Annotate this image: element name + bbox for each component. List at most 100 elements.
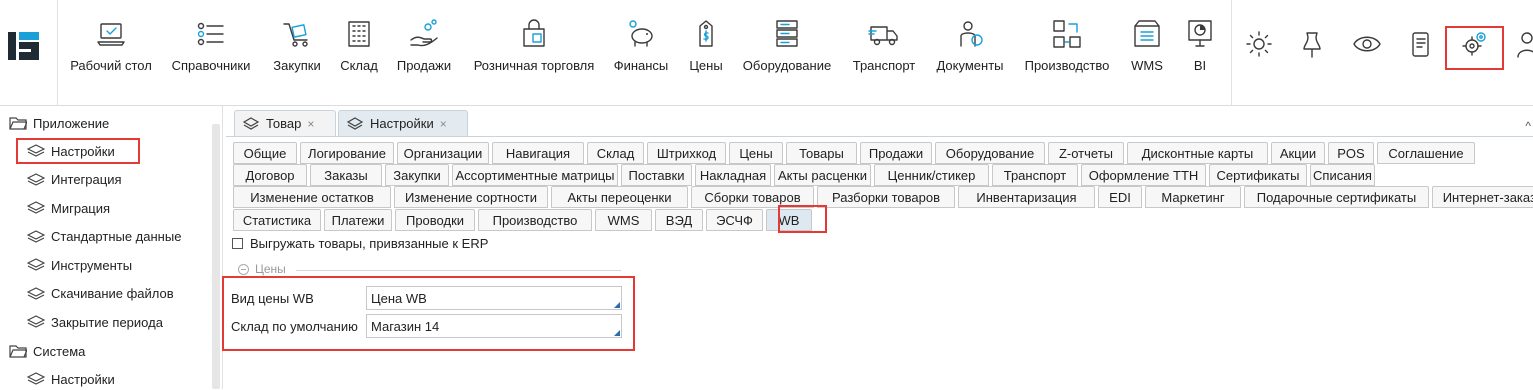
layers-icon <box>27 201 45 214</box>
sidebar-item[interactable]: Миграция <box>27 197 110 219</box>
close-icon[interactable]: × <box>307 117 314 131</box>
server-icon <box>776 20 798 47</box>
collapse-icon[interactable]: ^ <box>1525 119 1531 133</box>
settings-tab[interactable]: Производство <box>478 209 592 231</box>
settings-tab[interactable]: Разборки товаров <box>817 186 955 208</box>
sidebar-item[interactable]: Инструменты <box>27 254 132 276</box>
sidebar-item-label: Скачивание файлов <box>51 286 174 301</box>
settings-tab[interactable]: Z-отчеты <box>1048 142 1124 164</box>
layers-icon <box>243 116 259 130</box>
sidebar-item-label: Стандартные данные <box>51 229 182 244</box>
settings-tab[interactable]: Поставки <box>621 164 692 186</box>
settings-tab[interactable]: Закупки <box>385 164 449 186</box>
settings-tab[interactable]: Цены <box>729 142 783 164</box>
settings-tab[interactable]: Сертификаты <box>1209 164 1307 186</box>
sidebar-item[interactable]: Интеграция <box>27 169 122 191</box>
settings-tab[interactable]: EDI <box>1098 186 1142 208</box>
nav-item-label: Документы <box>936 58 1004 73</box>
sidebar-group-label: Приложение <box>33 115 110 131</box>
mobile-button[interactable] <box>1403 27 1437 61</box>
settings-tab[interactable]: Оборудование <box>935 142 1045 164</box>
settings-tab[interactable]: Маркетинг <box>1145 186 1241 208</box>
settings-tab[interactable]: Статистика <box>233 209 321 231</box>
settings-tab[interactable]: POS <box>1328 142 1374 164</box>
tab-settings[interactable]: Настройки × <box>338 110 468 136</box>
settings-tab[interactable]: Соглашение <box>1377 142 1475 164</box>
nav-item-label: Розничная торговля <box>473 58 595 73</box>
prices-group-title[interactable]: Цены <box>238 262 286 276</box>
settings-tab[interactable]: Склад <box>587 142 644 164</box>
settings-tab[interactable]: Накладная <box>695 164 771 186</box>
price-type-field[interactable]: Цена WB <box>366 286 622 310</box>
workflow-icon <box>1053 20 1081 48</box>
settings-tab[interactable]: Договор <box>233 164 307 186</box>
folder-icon <box>9 345 27 358</box>
settings-tab[interactable]: Инвентаризация <box>958 186 1095 208</box>
settings-tab[interactable]: Ценник/стикер <box>874 164 989 186</box>
user-globe-icon <box>960 21 983 47</box>
dropdown-corner-icon <box>614 330 620 336</box>
settings-tab[interactable]: Оформление ТТН <box>1081 164 1206 186</box>
brightness-icon <box>1246 31 1272 57</box>
export-erp-checkbox[interactable] <box>232 238 243 249</box>
layers-icon <box>27 229 45 243</box>
pin-icon <box>1303 32 1321 58</box>
sidebar-item-label: Интеграция <box>51 172 122 187</box>
sidebar-item-label: Инструменты <box>51 257 133 273</box>
eye-button[interactable] <box>1350 27 1384 61</box>
sidebar-item[interactable]: Настройки <box>27 368 115 390</box>
settings-tab[interactable]: Логирование <box>300 142 394 164</box>
sidebar-scrollbar[interactable] <box>212 124 220 389</box>
settings-button[interactable] <box>1457 27 1491 61</box>
nav-item-hand-coins[interactable]: Продажи <box>364 18 484 78</box>
settings-tab[interactable]: Акции <box>1271 142 1325 164</box>
settings-tab[interactable]: Проводки <box>395 209 475 231</box>
user-button[interactable] <box>1508 27 1533 61</box>
settings-tab[interactable]: Транспорт <box>992 164 1078 186</box>
settings-tab[interactable]: Акты переоценки <box>551 186 688 208</box>
settings-tab[interactable]: Штрихкод <box>647 142 726 164</box>
default-warehouse-field[interactable]: Магазин 14 <box>366 314 622 338</box>
settings-tab[interactable]: Организации <box>397 142 489 164</box>
collapse-circle-icon[interactable] <box>238 263 249 275</box>
default-warehouse-label: Склад по умолчанию <box>231 319 358 334</box>
sidebar-item[interactable]: Настройки <box>27 140 115 162</box>
settings-tab[interactable]: Навигация <box>492 142 584 164</box>
sidebar-item[interactable]: Стандартные данные <box>27 226 181 248</box>
settings-tab[interactable]: WMS <box>595 209 652 231</box>
sidebar-group-label: Система <box>33 343 86 359</box>
settings-tab[interactable]: Интернет-заказы <box>1432 186 1533 208</box>
pin-button[interactable] <box>1295 27 1329 61</box>
settings-tab[interactable]: Ассортиментные матрицы <box>452 164 618 186</box>
settings-tab[interactable]: Подарочные сертификаты <box>1244 186 1429 208</box>
group-divider <box>296 270 621 271</box>
settings-tab[interactable]: Продажи <box>860 142 932 164</box>
dropdown-corner-icon <box>614 302 620 308</box>
layers-icon <box>27 372 45 385</box>
settings-tab[interactable]: Изменение сортности <box>394 186 548 208</box>
nav-item-shopping-bag[interactable]: Розничная торговля <box>474 18 594 78</box>
settings-tab[interactable]: Сборки товаров <box>691 186 814 208</box>
settings-tab[interactable]: ЭСЧФ <box>706 209 763 231</box>
settings-tab[interactable]: Товары <box>786 142 857 164</box>
user-icon <box>1517 32 1533 58</box>
settings-tab[interactable]: ВЭД <box>655 209 703 231</box>
list-icon <box>197 22 224 46</box>
settings-tab[interactable]: Дисконтные карты <box>1127 142 1268 164</box>
sidebar-group[interactable]: Приложение <box>9 112 109 134</box>
brightness-button[interactable] <box>1242 27 1276 61</box>
settings-tab[interactable]: Акты расценки <box>774 164 871 186</box>
settings-tab[interactable]: Заказы <box>310 164 382 186</box>
sidebar-item[interactable]: Скачивание файлов <box>27 283 174 305</box>
settings-tab[interactable]: Общие <box>233 142 297 164</box>
settings-tab[interactable]: WB <box>766 209 812 231</box>
settings-tab[interactable]: Списания <box>1310 164 1375 186</box>
tab-product[interactable]: Товар × <box>234 110 336 136</box>
settings-tab[interactable]: Изменение остатков <box>233 186 391 208</box>
export-erp-checkbox-row[interactable]: Выгружать товары, привязанные к ERP <box>232 236 488 251</box>
sidebar-group[interactable]: Система <box>9 340 85 362</box>
settings-tab[interactable]: Платежи <box>324 209 392 231</box>
sidebar-item[interactable]: Закрытие периода <box>27 311 163 333</box>
presentation-icon <box>1188 20 1212 47</box>
close-icon[interactable]: × <box>440 117 447 131</box>
